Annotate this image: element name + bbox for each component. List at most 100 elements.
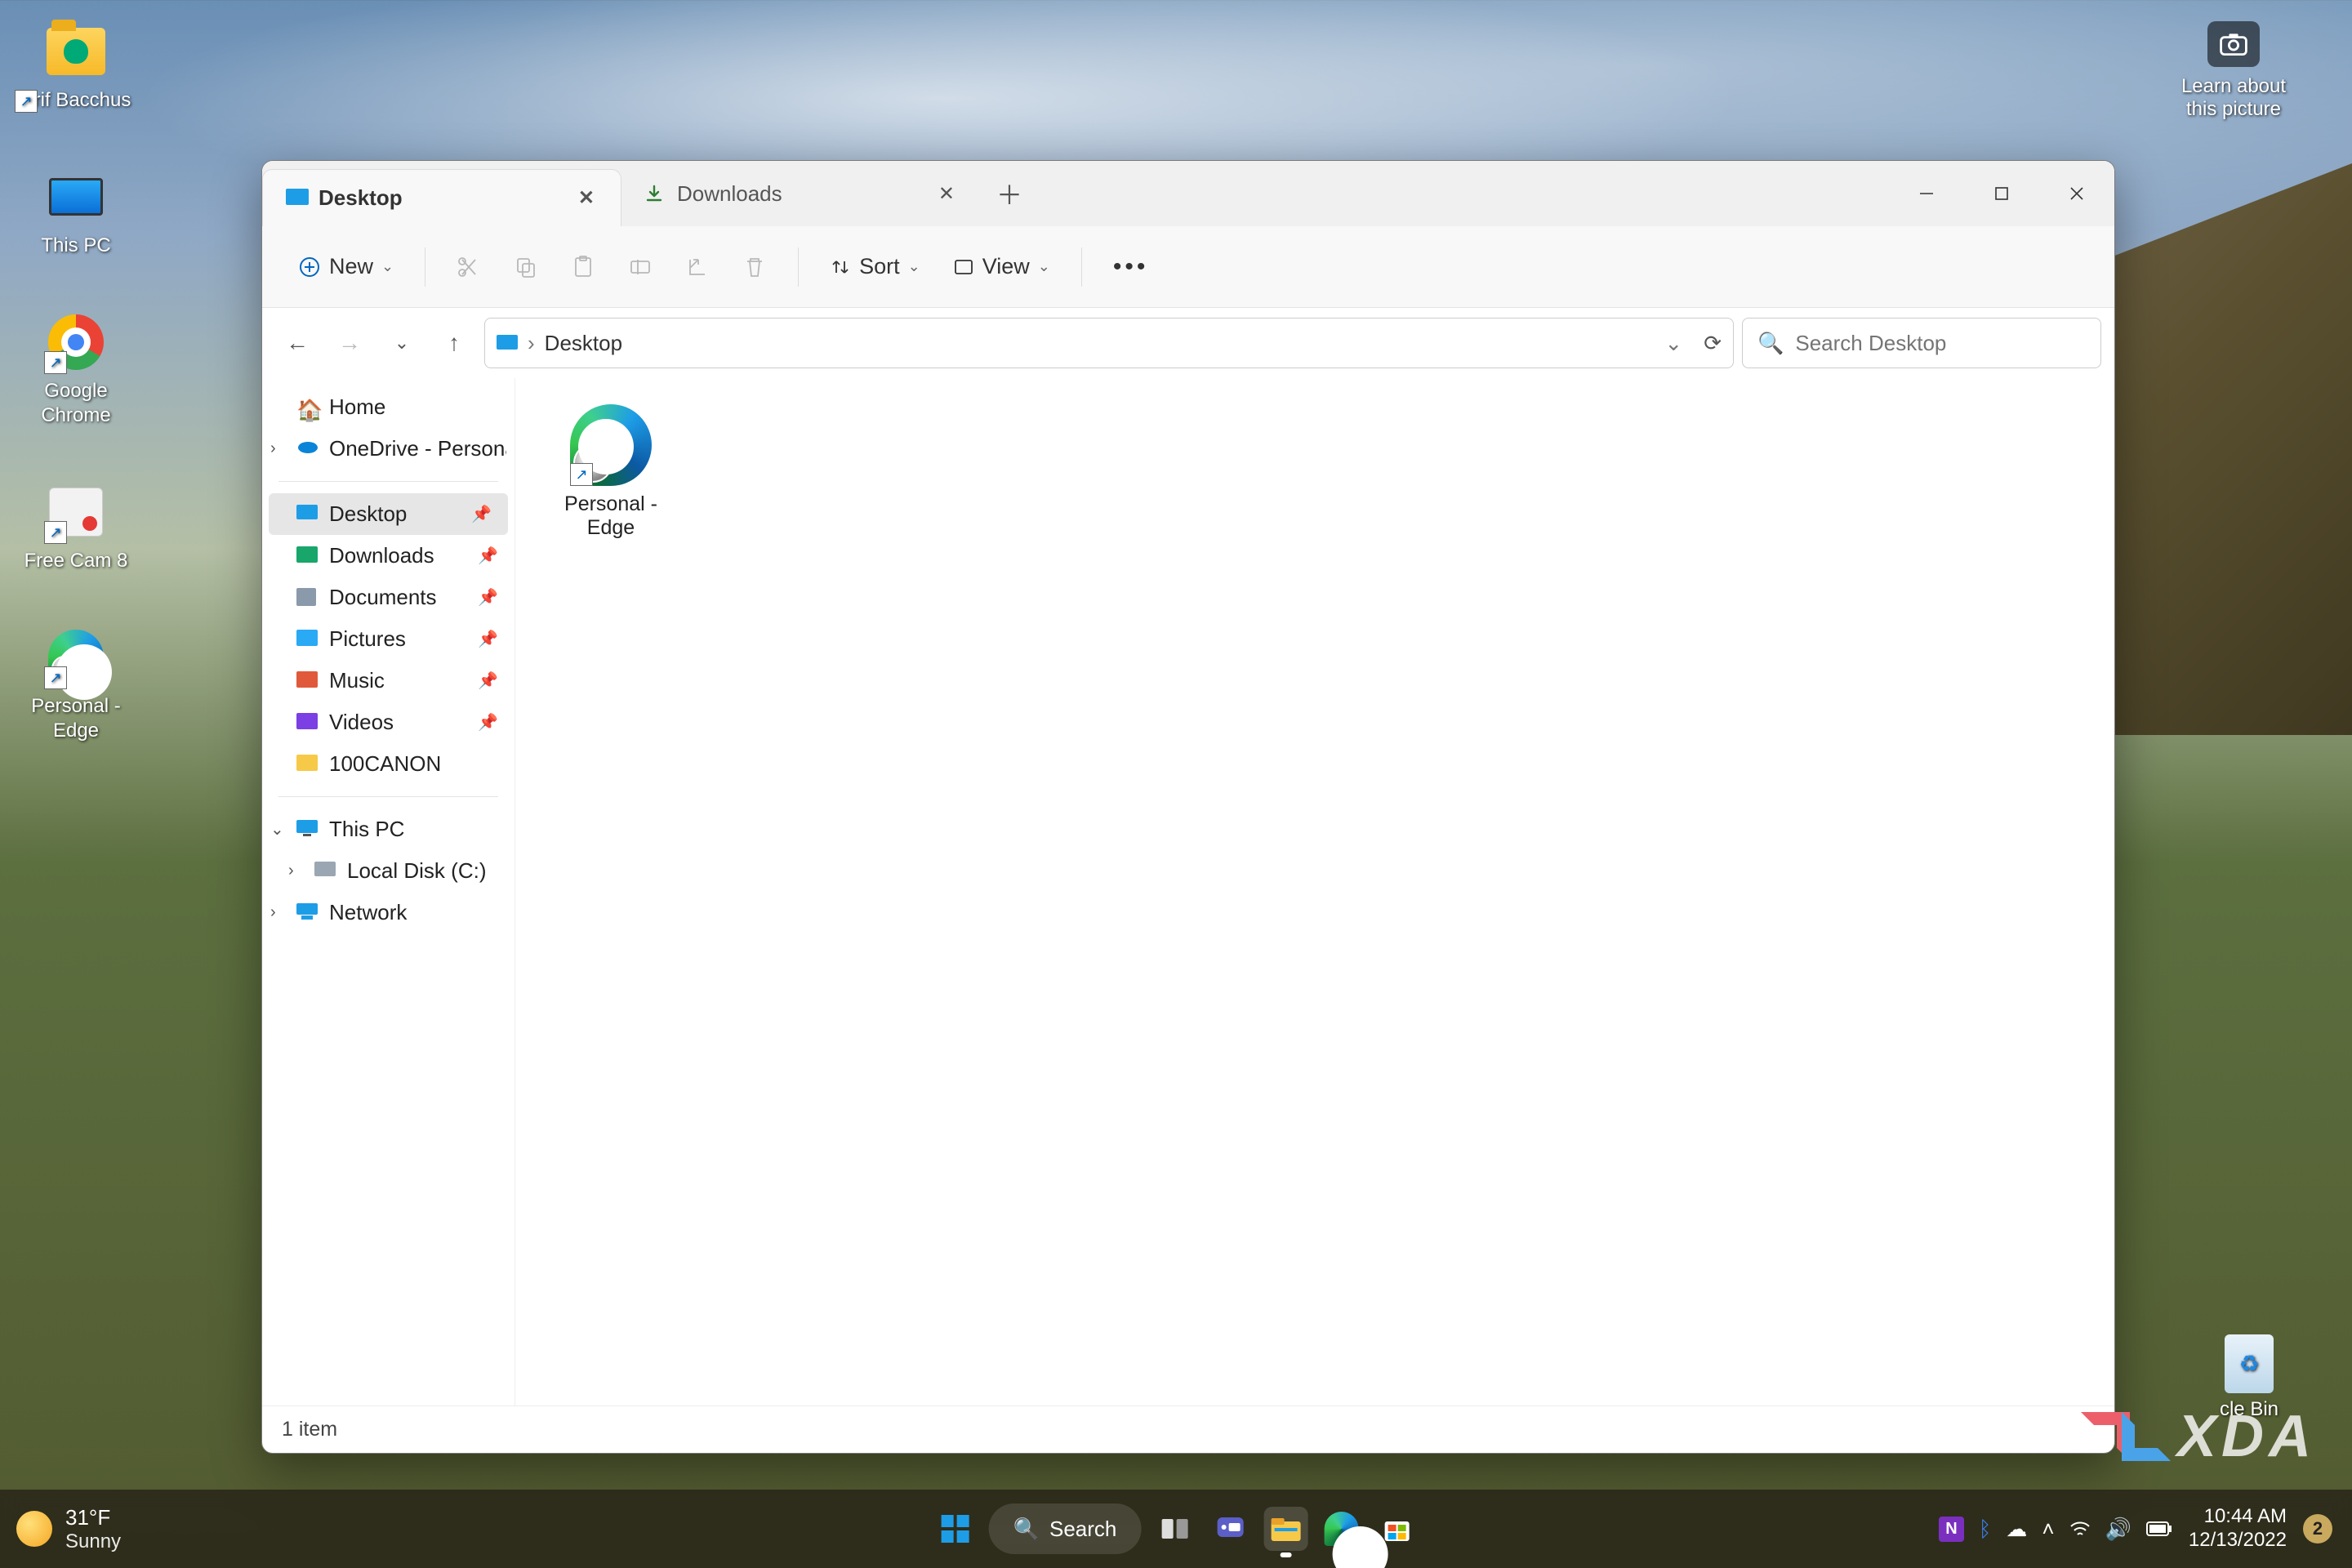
chevron-right-icon: › xyxy=(528,331,535,356)
shortcut-arrow-icon: ↗ xyxy=(570,463,593,486)
paste-button[interactable] xyxy=(558,247,608,287)
documents-icon xyxy=(296,588,319,608)
recent-locations-button[interactable]: ⌄ xyxy=(380,321,424,365)
spotlight-widget[interactable]: Learn about this picture xyxy=(2164,21,2303,121)
sidebar-100canon[interactable]: 100CANON xyxy=(262,743,514,785)
file-explorer-window: Desktop ✕ Downloads ✕ ＋ New ⌄ S xyxy=(261,160,2115,1454)
folder-icon xyxy=(296,755,319,774)
share-button[interactable] xyxy=(672,247,723,287)
new-button[interactable]: New ⌄ xyxy=(285,246,407,287)
close-tab-button[interactable]: ✕ xyxy=(570,181,603,215)
search-input[interactable] xyxy=(1795,331,2086,356)
file-list[interactable]: ↗ Personal - Edge xyxy=(515,378,2114,1405)
cut-button[interactable] xyxy=(443,247,494,287)
desktop-icon-edge-personal[interactable]: ↗ Personal - Edge xyxy=(15,626,137,743)
sidebar-desktop[interactable]: Desktop 📌 xyxy=(269,493,508,535)
sidebar-label: Network xyxy=(329,900,407,925)
desktop-icon-user-folder[interactable]: ↗ Arif Bacchus xyxy=(15,20,137,113)
tray-wifi-icon[interactable] xyxy=(2069,1520,2091,1538)
camera-icon xyxy=(2207,21,2260,67)
taskbar-widgets[interactable]: 31°F Sunny xyxy=(0,1505,121,1553)
copy-icon xyxy=(514,255,538,279)
explorer-taskbar-button[interactable] xyxy=(1263,1507,1307,1551)
delete-button[interactable] xyxy=(729,247,780,287)
copy-button[interactable] xyxy=(501,247,551,287)
tray-chevron-up-icon[interactable]: ˄ xyxy=(2042,1517,2054,1542)
desktop-icon-chrome[interactable]: ↗ Google Chrome xyxy=(15,310,137,428)
more-button[interactable]: ••• xyxy=(1100,245,1162,289)
tray-bluetooth-icon[interactable]: ᛒ xyxy=(1979,1517,1992,1542)
search-box[interactable]: 🔍 xyxy=(1742,318,2101,368)
sort-button[interactable]: Sort ⌄ xyxy=(817,246,933,287)
videos-icon xyxy=(296,713,319,733)
close-tab-button[interactable]: ✕ xyxy=(930,177,963,211)
pin-icon[interactable]: 📌 xyxy=(471,504,492,524)
sidebar-videos[interactable]: Videos 📌 xyxy=(262,702,514,743)
breadcrumb-location[interactable]: Desktop xyxy=(545,331,622,356)
new-tab-button[interactable]: ＋ xyxy=(981,161,1038,226)
sidebar-music[interactable]: Music 📌 xyxy=(262,660,514,702)
chevron-down-icon[interactable]: ⌄ xyxy=(270,819,284,840)
cut-icon xyxy=(457,255,481,279)
close-window-button[interactable] xyxy=(2039,161,2114,226)
chevron-right-icon[interactable]: › xyxy=(270,439,276,458)
maximize-button[interactable] xyxy=(1964,161,2039,226)
shortcut-arrow-icon: ↗ xyxy=(44,351,67,374)
sidebar-home[interactable]: 🏠 Home xyxy=(262,386,514,428)
tray-battery-icon[interactable] xyxy=(2146,1521,2172,1536)
sidebar-this-pc[interactable]: ⌄ This PC xyxy=(262,808,514,850)
tray-volume-icon[interactable]: 🔊 xyxy=(2105,1517,2132,1542)
sidebar-documents[interactable]: Documents 📌 xyxy=(262,577,514,618)
tray-onenote-icon[interactable]: N xyxy=(1939,1517,1963,1542)
pin-icon[interactable]: 📌 xyxy=(478,712,498,733)
task-view-button[interactable] xyxy=(1152,1507,1196,1551)
start-button[interactable] xyxy=(933,1507,978,1551)
forward-button[interactable]: → xyxy=(327,321,372,365)
chat-button[interactable] xyxy=(1208,1507,1252,1551)
back-button[interactable]: ← xyxy=(275,321,319,365)
share-icon xyxy=(685,255,710,279)
separator xyxy=(1081,247,1082,287)
refresh-button[interactable]: ⟳ xyxy=(1704,331,1722,356)
pin-icon[interactable]: 📌 xyxy=(478,629,498,649)
sort-label: Sort xyxy=(859,254,900,279)
minimize-button[interactable] xyxy=(1889,161,1964,226)
paste-icon xyxy=(571,255,595,279)
taskbar-search[interactable]: 🔍 Search xyxy=(989,1503,1142,1554)
chevron-down-icon: ⌄ xyxy=(381,258,394,275)
sidebar-onedrive[interactable]: › OneDrive - Persona xyxy=(262,428,514,470)
sidebar-network[interactable]: › Network xyxy=(262,892,514,933)
tray-onedrive-icon[interactable]: ☁ xyxy=(2006,1517,2027,1542)
pin-icon[interactable]: 📌 xyxy=(478,587,498,608)
chevron-right-icon[interactable]: › xyxy=(270,903,276,922)
desktop-icon-freecam[interactable]: ↗ Free Cam 8 xyxy=(15,480,137,573)
pin-icon[interactable]: 📌 xyxy=(478,546,498,566)
address-dropdown-button[interactable]: ⌄ xyxy=(1664,331,1682,356)
taskbar-clock[interactable]: 10:44 AM 12/13/2022 xyxy=(2189,1505,2287,1552)
sidebar-label: Videos xyxy=(329,710,394,735)
rename-button[interactable] xyxy=(615,247,666,287)
file-item-personal-edge[interactable]: ↗ Personal - Edge xyxy=(533,396,688,548)
chevron-right-icon[interactable]: › xyxy=(288,862,294,880)
store-taskbar-button[interactable] xyxy=(1374,1507,1419,1551)
sidebar-pictures[interactable]: Pictures 📌 xyxy=(262,618,514,660)
separator xyxy=(278,481,498,482)
sidebar-local-disk[interactable]: › Local Disk (C:) xyxy=(262,850,514,892)
address-bar[interactable]: › Desktop ⌄ ⟳ xyxy=(484,318,1734,368)
taskbar-center: 🔍 Search xyxy=(933,1503,1419,1554)
tab-downloads[interactable]: Downloads ✕ xyxy=(621,161,981,226)
xda-watermark: XDA xyxy=(2081,1403,2316,1470)
tab-desktop[interactable]: Desktop ✕ xyxy=(262,169,621,226)
sidebar-label: Music xyxy=(329,668,385,693)
spotlight-text2: this picture xyxy=(2164,98,2303,121)
desktop-folder-icon xyxy=(497,335,518,351)
notification-badge[interactable]: 2 xyxy=(2303,1514,2332,1544)
view-button[interactable]: View ⌄ xyxy=(940,246,1063,287)
desktop-icon-this-pc[interactable]: This PC xyxy=(15,165,137,258)
pin-icon[interactable]: 📌 xyxy=(478,670,498,691)
up-button[interactable]: ↑ xyxy=(432,321,476,365)
edge-taskbar-button[interactable] xyxy=(1319,1507,1363,1551)
separator xyxy=(278,796,498,797)
sidebar-downloads[interactable]: Downloads 📌 xyxy=(262,535,514,577)
icon-label: Personal - Edge xyxy=(15,694,137,743)
